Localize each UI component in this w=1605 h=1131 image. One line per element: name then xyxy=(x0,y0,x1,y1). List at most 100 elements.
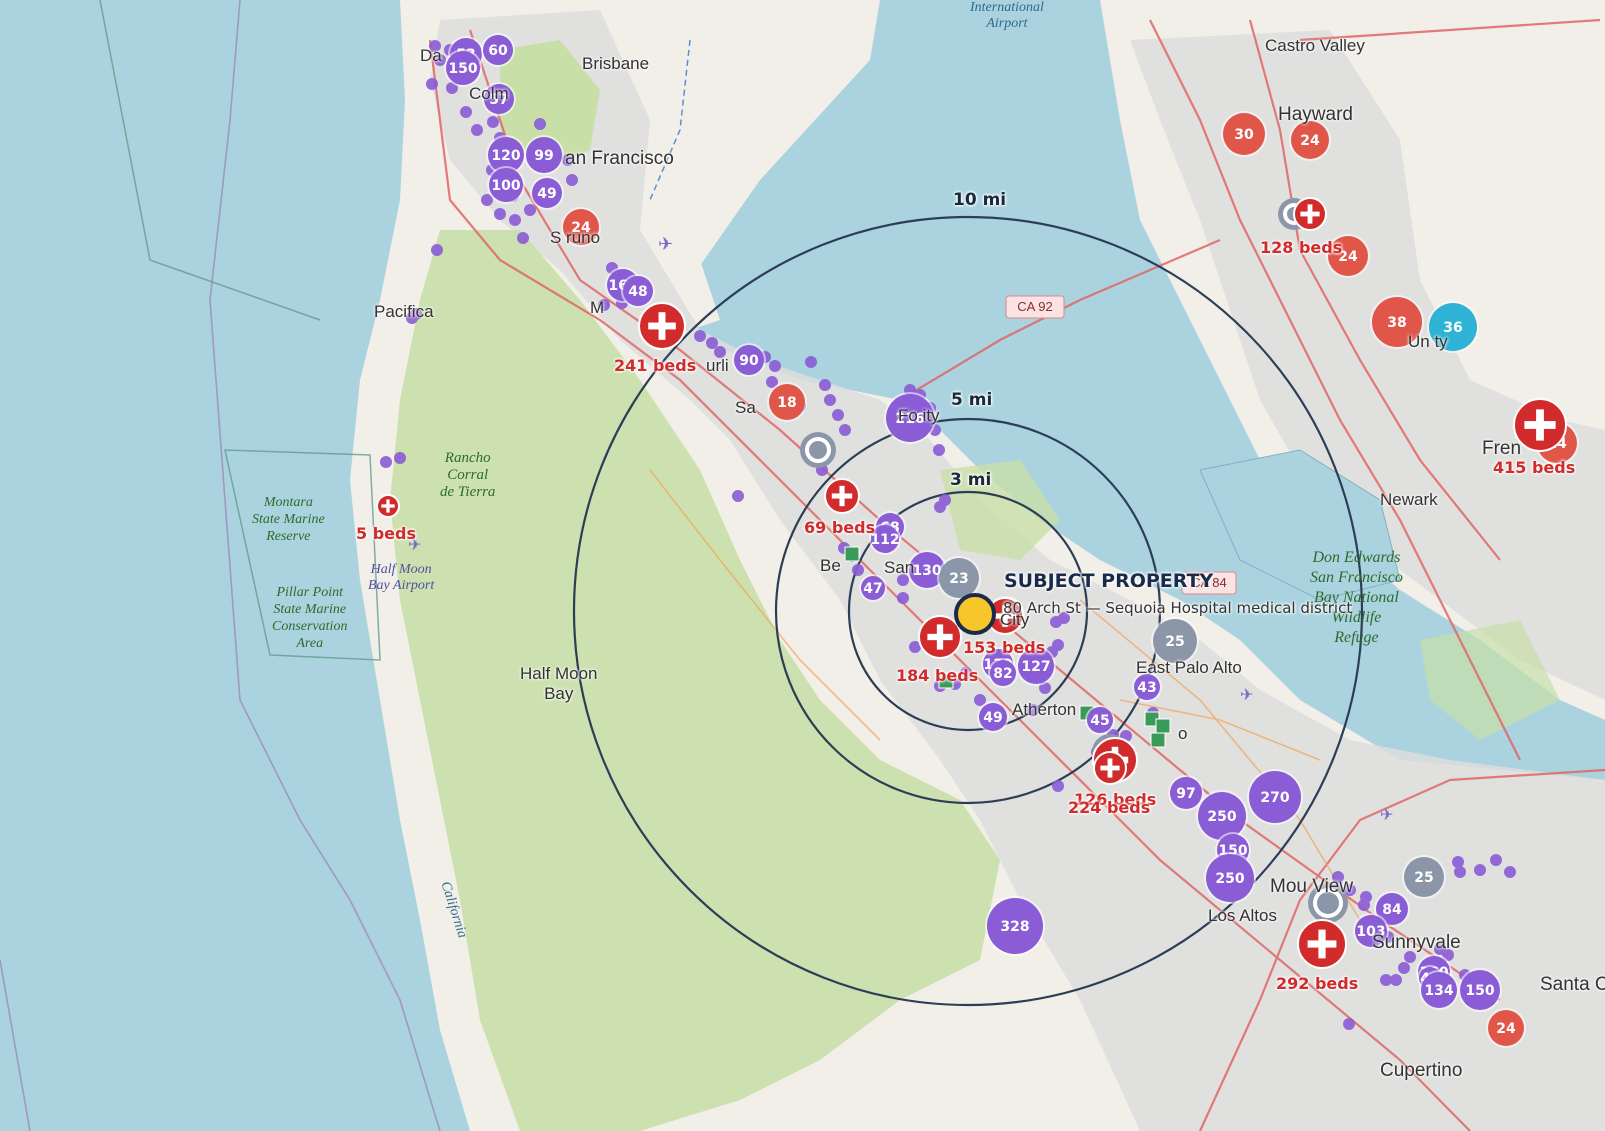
facility-dot[interactable] xyxy=(429,40,441,52)
facility-dot[interactable] xyxy=(434,54,446,66)
facility-dot[interactable] xyxy=(406,312,418,324)
cluster-marker-purple[interactable]: 43 xyxy=(1132,672,1162,702)
cluster-marker-red[interactable]: 24 xyxy=(1326,234,1370,278)
facility-dot[interactable] xyxy=(1452,856,1464,868)
cluster-count: 30 xyxy=(1234,127,1254,143)
facility-dot[interactable] xyxy=(487,116,499,128)
facility-dot[interactable] xyxy=(566,174,578,186)
facility-dot[interactable] xyxy=(694,330,706,342)
facility-dot[interactable] xyxy=(1343,1018,1355,1030)
facility-dot[interactable] xyxy=(933,444,945,456)
subject-property-marker[interactable] xyxy=(954,593,996,635)
hospital-icon[interactable] xyxy=(1293,197,1327,231)
cluster-marker-purple[interactable]: 99 xyxy=(524,135,564,175)
facility-dot[interactable] xyxy=(1504,866,1516,878)
cluster-marker-purple[interactable]: 45 xyxy=(1085,705,1115,735)
facility-dot[interactable] xyxy=(805,356,817,368)
facility-dot[interactable] xyxy=(380,456,392,468)
cluster-marker-purple[interactable]: 82 xyxy=(988,658,1018,688)
facility-dot[interactable] xyxy=(1404,951,1416,963)
hospital-icon[interactable] xyxy=(1093,751,1127,785)
cluster-marker-gray[interactable]: 25 xyxy=(1151,617,1199,665)
cluster-marker-purple[interactable]: 57 xyxy=(482,82,516,116)
facility-dot[interactable] xyxy=(1027,704,1039,716)
cluster-marker-purple[interactable]: 47 xyxy=(859,574,887,602)
cluster-count: 250 xyxy=(1207,809,1236,825)
cluster-marker-purple[interactable]: 127 xyxy=(1016,646,1056,686)
hospital-icon[interactable] xyxy=(1297,919,1347,969)
facility-dot[interactable] xyxy=(839,424,851,436)
cluster-marker-red[interactable]: 24 xyxy=(1289,119,1331,161)
facility-dot[interactable] xyxy=(517,232,529,244)
cluster-marker-gray[interactable]: 25 xyxy=(1402,855,1446,899)
facility-dot[interactable] xyxy=(769,360,781,372)
cluster-marker-purple[interactable]: 112 xyxy=(869,523,901,555)
gray-ring-marker[interactable] xyxy=(800,432,836,468)
facility-dot[interactable] xyxy=(534,118,546,130)
cluster-marker-purple[interactable]: 216 xyxy=(884,392,936,444)
facility-dot[interactable] xyxy=(460,106,472,118)
cluster-marker-red[interactable]: 24 xyxy=(561,207,601,247)
cluster-marker-purple[interactable]: 100 xyxy=(487,166,525,204)
hospital-icon[interactable] xyxy=(1513,398,1567,452)
cluster-marker-purple[interactable]: 60 xyxy=(481,33,515,67)
gray-ring-marker[interactable] xyxy=(1308,883,1348,923)
green-square-marker[interactable] xyxy=(1150,732,1166,748)
facility-dot[interactable] xyxy=(394,452,406,464)
cluster-marker-purple[interactable]: 134 xyxy=(1419,970,1459,1010)
facility-dot[interactable] xyxy=(897,574,909,586)
green-square-marker[interactable] xyxy=(844,546,860,562)
facility-dot[interactable] xyxy=(1052,780,1064,792)
facility-dot[interactable] xyxy=(1058,612,1070,624)
facility-dot[interactable] xyxy=(732,490,744,502)
facility-dot[interactable] xyxy=(934,501,946,513)
cluster-marker-purple[interactable]: 90 xyxy=(732,343,766,377)
green-square-marker[interactable] xyxy=(938,673,954,689)
cluster-marker-purple[interactable]: 103 xyxy=(1353,913,1389,949)
cluster-marker-purple[interactable]: 328 xyxy=(985,896,1045,956)
facility-dot[interactable] xyxy=(1398,962,1410,974)
facility-dot[interactable] xyxy=(960,667,972,679)
facility-dot[interactable] xyxy=(819,379,831,391)
cluster-marker-purple[interactable]: 150 xyxy=(444,49,482,87)
cluster-marker-purple[interactable]: 48 xyxy=(621,274,655,308)
facility-dot[interactable] xyxy=(431,244,443,256)
facility-dot[interactable] xyxy=(824,394,836,406)
svg-text:CA 84: CA 84 xyxy=(1191,575,1226,590)
cluster-marker-purple[interactable]: 49 xyxy=(530,176,564,210)
cluster-count: 270 xyxy=(1260,790,1289,806)
cluster-marker-purple[interactable]: 150 xyxy=(1458,968,1502,1012)
cluster-marker-red[interactable]: 24 xyxy=(1486,1008,1526,1048)
facility-dot[interactable] xyxy=(1454,866,1466,878)
cluster-marker-red[interactable]: 38 xyxy=(1370,295,1424,349)
facility-dot[interactable] xyxy=(852,564,864,576)
facility-dot[interactable] xyxy=(706,337,718,349)
hospital-icon[interactable] xyxy=(376,494,400,518)
facility-dot[interactable] xyxy=(524,204,536,216)
facility-dot[interactable] xyxy=(897,592,909,604)
facility-dot[interactable] xyxy=(426,78,438,90)
hospital-icon[interactable] xyxy=(918,615,962,659)
facility-dot[interactable] xyxy=(598,299,610,311)
facility-dot[interactable] xyxy=(832,409,844,421)
facility-dot[interactable] xyxy=(1474,864,1486,876)
green-square-marker[interactable] xyxy=(1155,718,1171,734)
facility-dot[interactable] xyxy=(1490,854,1502,866)
facility-dot[interactable] xyxy=(1390,974,1402,986)
cluster-count: 328 xyxy=(1000,919,1029,935)
facility-dot[interactable] xyxy=(494,208,506,220)
facility-dot[interactable] xyxy=(471,124,483,136)
facility-dot[interactable] xyxy=(1358,899,1370,911)
hospital-icon[interactable] xyxy=(824,478,860,514)
facility-dot[interactable] xyxy=(1332,871,1344,883)
cluster-marker-purple[interactable]: 49 xyxy=(977,701,1009,733)
cluster-marker-red[interactable]: 18 xyxy=(767,382,807,422)
cluster-marker-purple[interactable]: 250 xyxy=(1204,852,1256,904)
cluster-marker-purple[interactable]: 270 xyxy=(1247,769,1303,825)
map-canvas[interactable]: CA 92 CA 84 ✈ ✈ ✈ ✈ 53601505712099100492… xyxy=(0,0,1605,1131)
facility-dot[interactable] xyxy=(509,214,521,226)
cluster-marker-red[interactable]: 30 xyxy=(1221,111,1267,157)
cluster-marker-teal[interactable]: 36 xyxy=(1427,301,1479,353)
hospital-icon[interactable] xyxy=(638,302,686,350)
facility-dot[interactable] xyxy=(714,346,726,358)
